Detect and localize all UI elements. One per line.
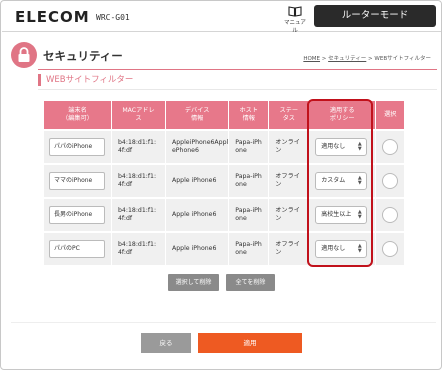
breadcrumb-current: WEBサイトフィルター [374, 56, 431, 62]
section-divider [38, 89, 437, 90]
breadcrumb-home[interactable]: HOME [303, 56, 320, 62]
select-radio[interactable] [382, 139, 399, 155]
terminal-name-input[interactable]: パパのPC [49, 240, 105, 258]
mac-address-cell: b4:18:d1:f1: 4f:df [112, 163, 166, 197]
breadcrumb: HOME > セキュリティー > WEBサイトフィルター [303, 54, 431, 62]
col-status: ステー タス [269, 101, 310, 129]
breadcrumb-separator: > [320, 56, 329, 62]
host-info-cell: Papa-iPh one [229, 231, 270, 265]
terminal-name-input[interactable]: 長男のiPhone [49, 206, 105, 224]
breadcrumb-security[interactable]: セキュリティー [328, 56, 366, 62]
section-title: WEBサイトフィルター [38, 74, 133, 86]
status-cell: オフライン [269, 231, 310, 265]
app-frame: ELECOM WRC-G01 マニュアル ルーターモード セキュリティー HOM… [0, 0, 442, 370]
policy-column-highlight [307, 99, 373, 267]
status-cell: オフライン [269, 163, 310, 197]
host-info-cell: Papa-iPh one [229, 129, 270, 163]
col-terminal-name: 端末名 （編集可） [44, 101, 112, 129]
terminal-name-input[interactable]: ママのiPhone [49, 172, 105, 190]
select-radio[interactable] [382, 241, 399, 257]
mac-address-cell: b4:18:d1:f1: 4f:df [112, 231, 166, 265]
device-info-cell: Apple iPhone6 [166, 231, 230, 265]
device-info-cell: Apple iPhone6 [166, 163, 230, 197]
select-radio[interactable] [382, 207, 399, 223]
title-row: セキュリティー HOME > セキュリティー > WEBサイトフィルター [11, 42, 436, 70]
host-info-cell: Papa-iPh one [229, 197, 270, 231]
col-select: 選択 [376, 101, 405, 129]
col-host-info: ホスト 情報 [229, 101, 270, 129]
col-device-info: デバイス 情報 [166, 101, 230, 129]
book-icon [288, 6, 302, 17]
model-name: WRC-G01 [96, 13, 130, 22]
status-cell: オンライン [269, 129, 310, 163]
delete-selected-button[interactable]: 選択して削除 [168, 274, 219, 291]
col-mac-address: MACアドレス [112, 101, 166, 129]
page-title: セキュリティー [43, 49, 123, 63]
device-info-cell: Apple iPhone6 [166, 197, 230, 231]
select-radio[interactable] [382, 173, 399, 189]
footer-divider [11, 322, 436, 323]
back-button[interactable]: 戻る [141, 333, 191, 353]
manual-label: マニュアル [284, 20, 306, 34]
elecom-logo: ELECOM [15, 8, 90, 26]
status-cell: オンライン [269, 197, 310, 231]
top-header: ELECOM WRC-G01 マニュアル ルーターモード [2, 2, 441, 34]
lock-icon [11, 42, 37, 68]
mac-address-cell: b4:18:d1:f1: 4f:df [112, 129, 166, 163]
host-info-cell: Papa-iPh one [229, 163, 270, 197]
mac-address-cell: b4:18:d1:f1: 4f:df [112, 197, 166, 231]
router-mode-button[interactable]: ルーターモード [314, 5, 436, 27]
apply-button[interactable]: 適用 [198, 333, 302, 353]
manual-link[interactable]: マニュアル [283, 6, 307, 34]
title-divider [38, 69, 437, 70]
device-info-cell: AppleiPhone6Appl ePhone6 [166, 129, 230, 163]
terminal-name-input[interactable]: パパのiPhone [49, 138, 105, 156]
delete-all-button[interactable]: 全てを削除 [226, 274, 275, 291]
